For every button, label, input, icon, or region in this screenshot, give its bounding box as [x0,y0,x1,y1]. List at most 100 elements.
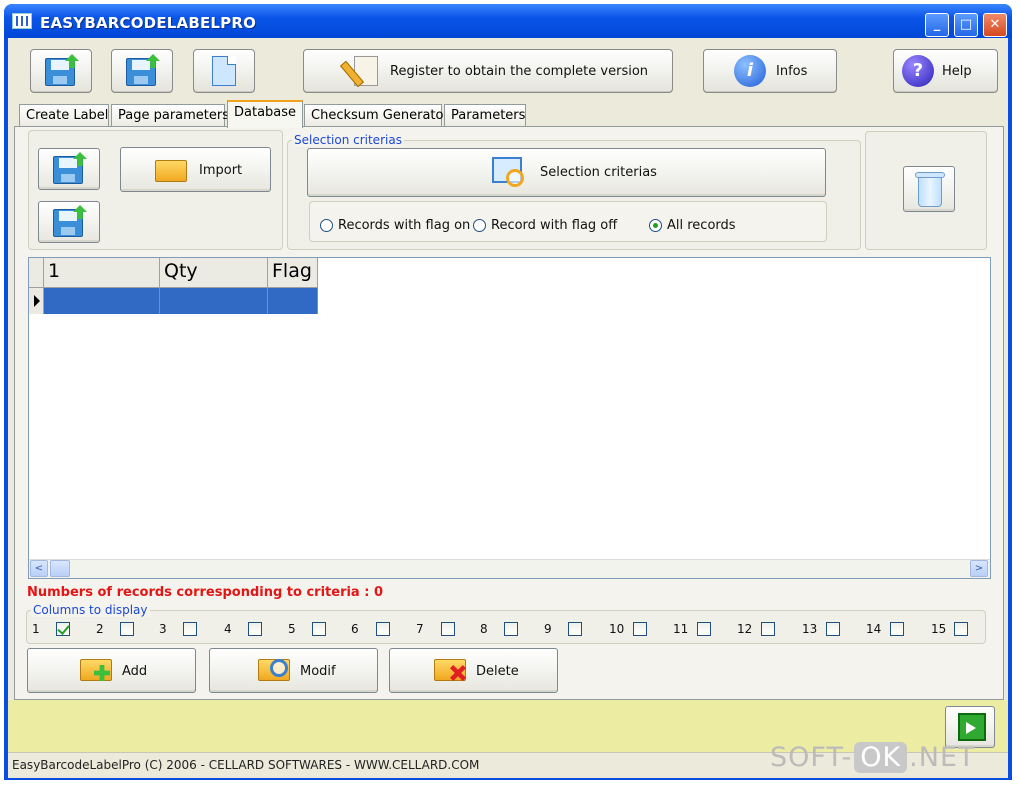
info-icon: i [734,55,766,87]
column-checkbox[interactable] [954,622,968,636]
radio-all-records[interactable] [649,219,662,232]
horizontal-scrollbar[interactable] [29,559,990,578]
column-checkbox[interactable] [633,622,647,636]
trash-button[interactable] [903,166,955,212]
column-checkbox[interactable] [56,622,70,636]
window-title: EASYBARCODELABELPRO [40,14,257,32]
column-checkbox-label: 1 [32,622,40,636]
grid-column-header[interactable]: Flag [268,258,318,288]
import-button[interactable]: Import [120,147,271,192]
modif-label: Modif [300,664,336,679]
register-button[interactable]: Register to obtain the complete version [303,49,673,93]
trash-icon [913,169,947,209]
column-checkbox[interactable] [504,622,518,636]
grid-cell[interactable] [268,288,318,314]
column-checkbox-label: 12 [737,622,753,636]
open-button[interactable] [111,49,173,93]
selection-criteria-label: Selection criterias [540,165,657,180]
radio-flag-on-label: Records with flag on [338,218,471,233]
maximize-button[interactable]: □ [954,13,978,37]
help-label: Help [942,64,972,79]
column-checkbox-label: 7 [416,622,424,636]
db-save-button[interactable] [38,148,100,190]
row-indicator-icon [29,288,44,314]
column-checkbox-label: 3 [159,622,167,636]
grid-cell[interactable] [44,288,160,314]
column-checkbox[interactable] [761,622,775,636]
floppy-save-icon [45,54,79,88]
radio-flag-off[interactable] [473,219,486,232]
column-checkbox[interactable] [183,622,197,636]
column-checkbox[interactable] [568,622,582,636]
floppy-open-icon [126,54,160,88]
column-checkbox-label: 4 [224,622,232,636]
watermark-prefix: SOFT- [770,742,853,773]
column-checkbox-label: 9 [544,622,552,636]
column-checkbox[interactable] [697,622,711,636]
radio-all-records-label: All records [667,218,736,233]
infos-label: Infos [776,64,808,79]
grid-column-header[interactable]: Qty [160,258,268,288]
column-checkbox-label: 5 [288,622,296,636]
column-checkbox-label: 8 [480,622,488,636]
grid-corner [29,258,44,288]
column-checkbox[interactable] [248,622,262,636]
help-button[interactable]: ? Help [893,49,998,93]
document-icon [212,56,236,86]
column-checkbox-label: 11 [673,622,689,636]
selection-group-title: Selection criterias [292,133,404,147]
new-document-button[interactable] [193,49,255,93]
column-checkbox[interactable] [376,622,390,636]
column-checkbox[interactable] [890,622,904,636]
delete-icon [434,653,474,687]
register-label: Register to obtain the complete version [390,64,649,79]
radio-flag-off-label: Record with flag off [491,218,618,233]
radio-flag-on[interactable] [320,219,333,232]
column-checkbox-label: 6 [351,622,359,636]
scroll-right-button[interactable]: > [970,560,988,577]
selection-criteria-button[interactable]: Selection criterias [307,148,826,197]
floppy-save-icon [53,152,87,186]
column-checkbox-label: 2 [96,622,104,636]
scroll-thumb[interactable] [50,560,70,577]
column-checkbox[interactable] [120,622,134,636]
import-label: Import [199,163,243,178]
column-checkbox[interactable] [312,622,326,636]
tab-page-parameters[interactable]: Page parameters [111,104,229,126]
records-count-text: Numbers of records corresponding to crit… [27,585,384,600]
import-folder-icon [155,154,189,182]
minimize-button[interactable]: _ [925,13,949,37]
watermark: SOFT- OK .NET [770,742,976,773]
selection-magnifier-icon [492,155,528,191]
grid-column-header[interactable]: 1 [44,258,160,288]
help-icon: ? [902,55,934,87]
column-checkbox-label: 15 [931,622,947,636]
columns-group-title: Columns to display [31,603,150,617]
infos-button[interactable]: i Infos [703,49,837,93]
tab-checksum-generator[interactable]: Checksum Generator [304,104,449,126]
tab-create-label[interactable]: Create Label [19,104,109,126]
column-checkbox[interactable] [826,622,840,636]
app-icon [12,13,32,29]
delete-button[interactable]: Delete [389,648,558,693]
scroll-left-button[interactable]: < [30,560,48,577]
db-open-button[interactable] [38,201,100,243]
modif-icon [258,653,298,687]
watermark-ok: OK [854,742,908,773]
column-checkbox-label: 10 [609,622,625,636]
tab-parameters[interactable]: Parameters [444,104,526,126]
save-button[interactable] [30,49,92,93]
close-button[interactable]: ✕ [983,13,1007,37]
watermark-suffix: .NET [909,742,976,773]
status-text: EasyBarcodeLabelPro (C) 2006 - CELLARD S… [12,758,480,772]
modif-button[interactable]: Modif [209,648,378,693]
add-label: Add [122,664,148,679]
column-checkbox[interactable] [441,622,455,636]
delete-label: Delete [476,664,519,679]
tab-database[interactable]: Database [227,100,303,128]
add-button[interactable]: Add [27,648,196,693]
column-checkbox-label: 13 [802,622,818,636]
grid-cell[interactable] [160,288,268,314]
exit-icon [958,713,986,741]
column-checkbox-label: 14 [866,622,882,636]
